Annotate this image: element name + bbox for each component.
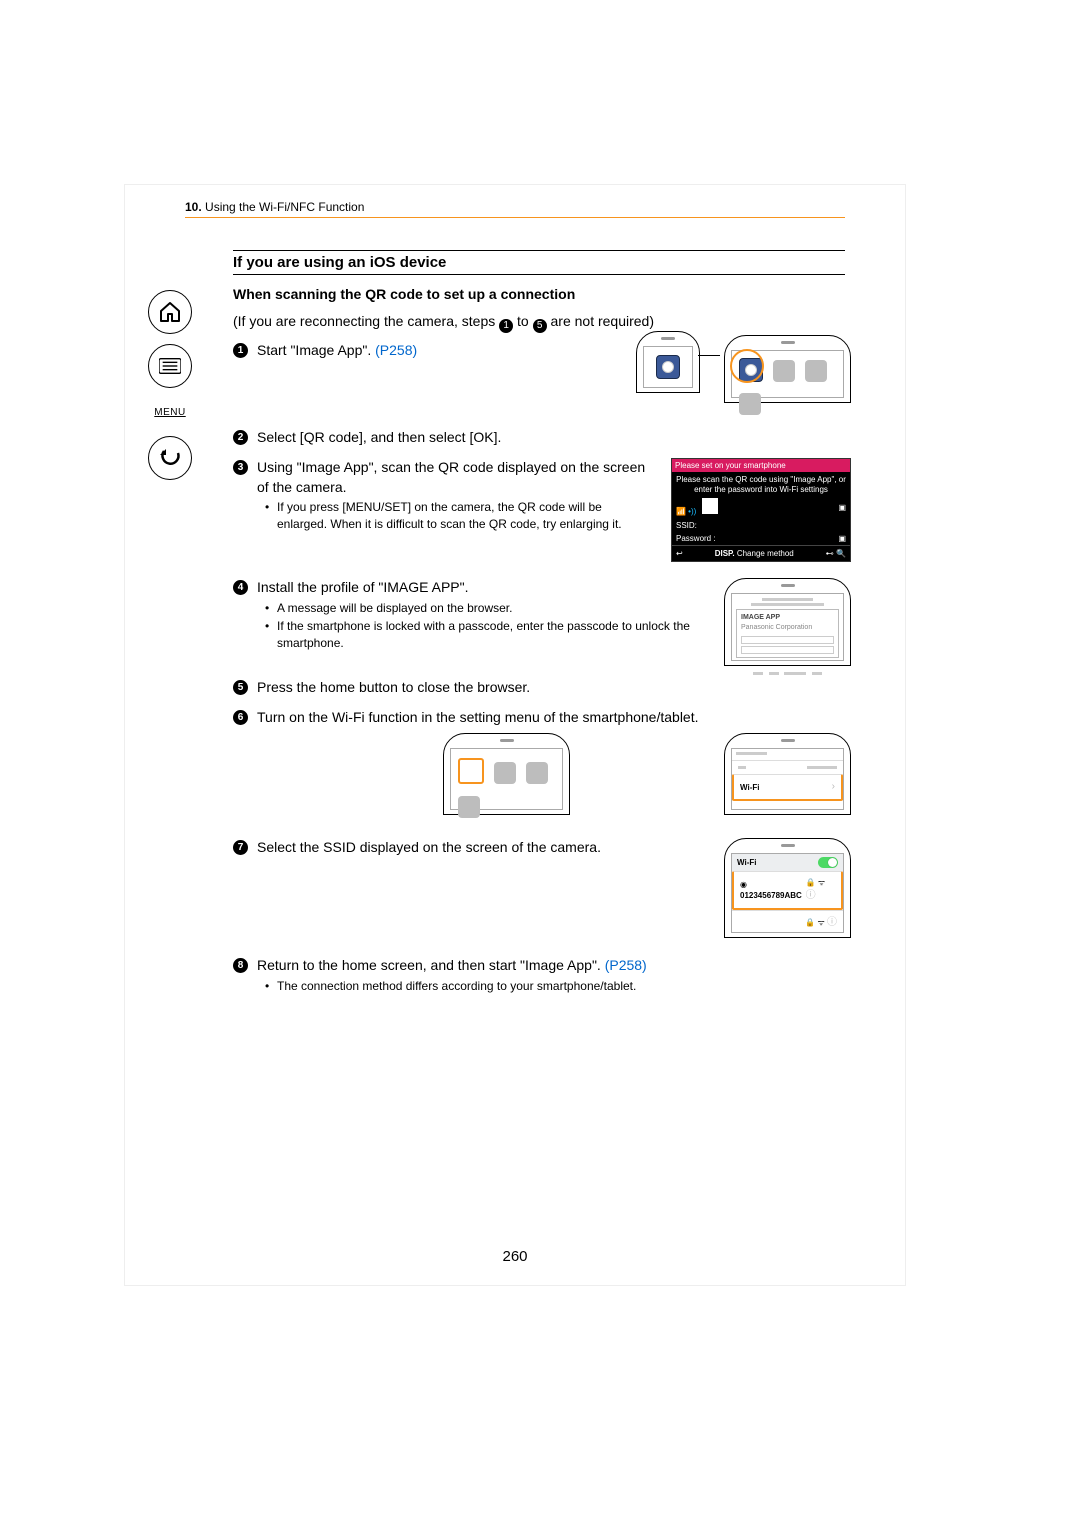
sub-heading: When scanning the QR code to set up a co… bbox=[233, 285, 845, 304]
phone-illustration-home2 bbox=[443, 733, 570, 815]
step-3-note: If you press [MENU/SET] on the camera, t… bbox=[267, 499, 650, 533]
qr-code-icon bbox=[702, 498, 718, 514]
step-ref-5: 5 bbox=[533, 319, 547, 333]
cancel-icon: ▣ bbox=[838, 533, 846, 544]
wifi-ssid-item: ◉ 0123456789ABC 🔒 ᯤ ⓘ bbox=[732, 871, 843, 909]
divider-orange bbox=[185, 217, 845, 218]
chapter-heading: 10. Using the Wi-Fi/NFC Function bbox=[185, 200, 364, 214]
back-button[interactable] bbox=[148, 436, 192, 480]
step-3: Using "Image App", scan the QR code disp… bbox=[233, 458, 845, 568]
chapter-title: Using the Wi-Fi/NFC Function bbox=[205, 200, 364, 214]
zoom-icon: 🔍 bbox=[836, 549, 846, 558]
generic-app-icon bbox=[494, 762, 516, 784]
step-5: Press the home button to close the brows… bbox=[233, 678, 845, 698]
chevron-right-icon: › bbox=[832, 780, 835, 794]
info-icon: ⓘ bbox=[806, 890, 816, 901]
phone-illustration-settings: Wi-Fi › bbox=[724, 733, 851, 815]
page-number: 260 bbox=[125, 1248, 905, 1265]
page-ref-link[interactable]: (P258) bbox=[375, 342, 417, 358]
wifi-other-item: 🔒 ᯤ ⓘ bbox=[732, 910, 843, 935]
step-4: Install the profile of "IMAGE APP". A me… bbox=[233, 578, 845, 668]
usb-icon: ⊷ bbox=[826, 549, 834, 558]
phone-illustration-profile: IMAGE APP Panasonic Corporation bbox=[724, 578, 851, 666]
section-title: If you are using an iOS device bbox=[233, 250, 845, 275]
phone-illustration-wifi-list: Wi-Fi ◉ 0123456789ABC 🔒 ᯤ ⓘ 🔒 ᯤ ⓘ bbox=[724, 838, 851, 938]
info-icon: ⓘ bbox=[827, 917, 837, 928]
wifi-icon: ᯤ bbox=[818, 878, 825, 887]
step-ref-1: 1 bbox=[499, 319, 513, 333]
phone-illustration-popup bbox=[636, 331, 700, 393]
signal-icon: ◉ bbox=[740, 880, 747, 889]
generic-app-icon bbox=[526, 762, 548, 784]
wifi-header: Wi-Fi bbox=[732, 854, 843, 871]
cancel-icon: ▣ bbox=[838, 502, 846, 513]
step-2: Select [QR code], and then select [OK]. bbox=[233, 428, 845, 448]
step-8: Return to the home screen, and then star… bbox=[233, 956, 845, 994]
step-8-note: The connection method differs according … bbox=[267, 978, 845, 995]
list-icon bbox=[159, 358, 181, 374]
camera-screen-topbar: Please set on your smartphone bbox=[672, 459, 850, 472]
reconnect-note: (If you are reconnecting the camera, ste… bbox=[233, 312, 845, 333]
settings-app-icon bbox=[458, 758, 484, 784]
home-icon bbox=[158, 300, 182, 324]
chapter-number: 10. bbox=[185, 200, 202, 214]
image-app-icon bbox=[656, 355, 680, 379]
toc-button[interactable] bbox=[148, 344, 192, 388]
highlight-circle-icon bbox=[730, 349, 764, 383]
back-arrow-icon bbox=[158, 446, 182, 470]
step-7: Select the SSID displayed on the screen … bbox=[233, 838, 845, 946]
profile-sub: Panasonic Corporation bbox=[741, 623, 834, 633]
generic-app-icon bbox=[805, 360, 827, 382]
sidebar-nav: MENU bbox=[148, 290, 192, 490]
step-4-note-2: If the smartphone is locked with a passc… bbox=[267, 618, 695, 652]
page-ref-link[interactable]: (P258) bbox=[605, 957, 647, 973]
lock-icon: 🔒 bbox=[806, 878, 816, 887]
camera-screen-msg: Please scan the QR code using "Image App… bbox=[672, 472, 850, 497]
lock-icon: 🔒 bbox=[805, 918, 815, 927]
generic-app-icon bbox=[458, 796, 480, 818]
generic-app-icon bbox=[773, 360, 795, 382]
step-4-note-1: A message will be displayed on the brows… bbox=[267, 600, 695, 617]
step-1: Start "Image App". (P258) bbox=[233, 341, 845, 419]
menu-button[interactable]: MENU bbox=[148, 398, 192, 426]
phone-illustration-home bbox=[724, 335, 851, 403]
wifi-icon: ᯤ bbox=[817, 918, 824, 927]
wifi-emblem-icon: 📶 •)) bbox=[676, 507, 696, 516]
profile-title: IMAGE APP bbox=[741, 613, 834, 623]
menu-label: MENU bbox=[154, 407, 185, 418]
generic-app-icon bbox=[739, 393, 761, 415]
camera-screen-illustration: Please set on your smartphone Please sca… bbox=[671, 458, 851, 562]
generic-settings-item bbox=[732, 760, 843, 774]
wifi-toggle-on-icon bbox=[818, 857, 838, 868]
step-6: Turn on the Wi-Fi function in the settin… bbox=[233, 708, 845, 829]
home-button[interactable] bbox=[148, 290, 192, 334]
wifi-settings-item: Wi-Fi › bbox=[732, 774, 843, 801]
back-arrow-icon: ↩ bbox=[676, 548, 683, 559]
